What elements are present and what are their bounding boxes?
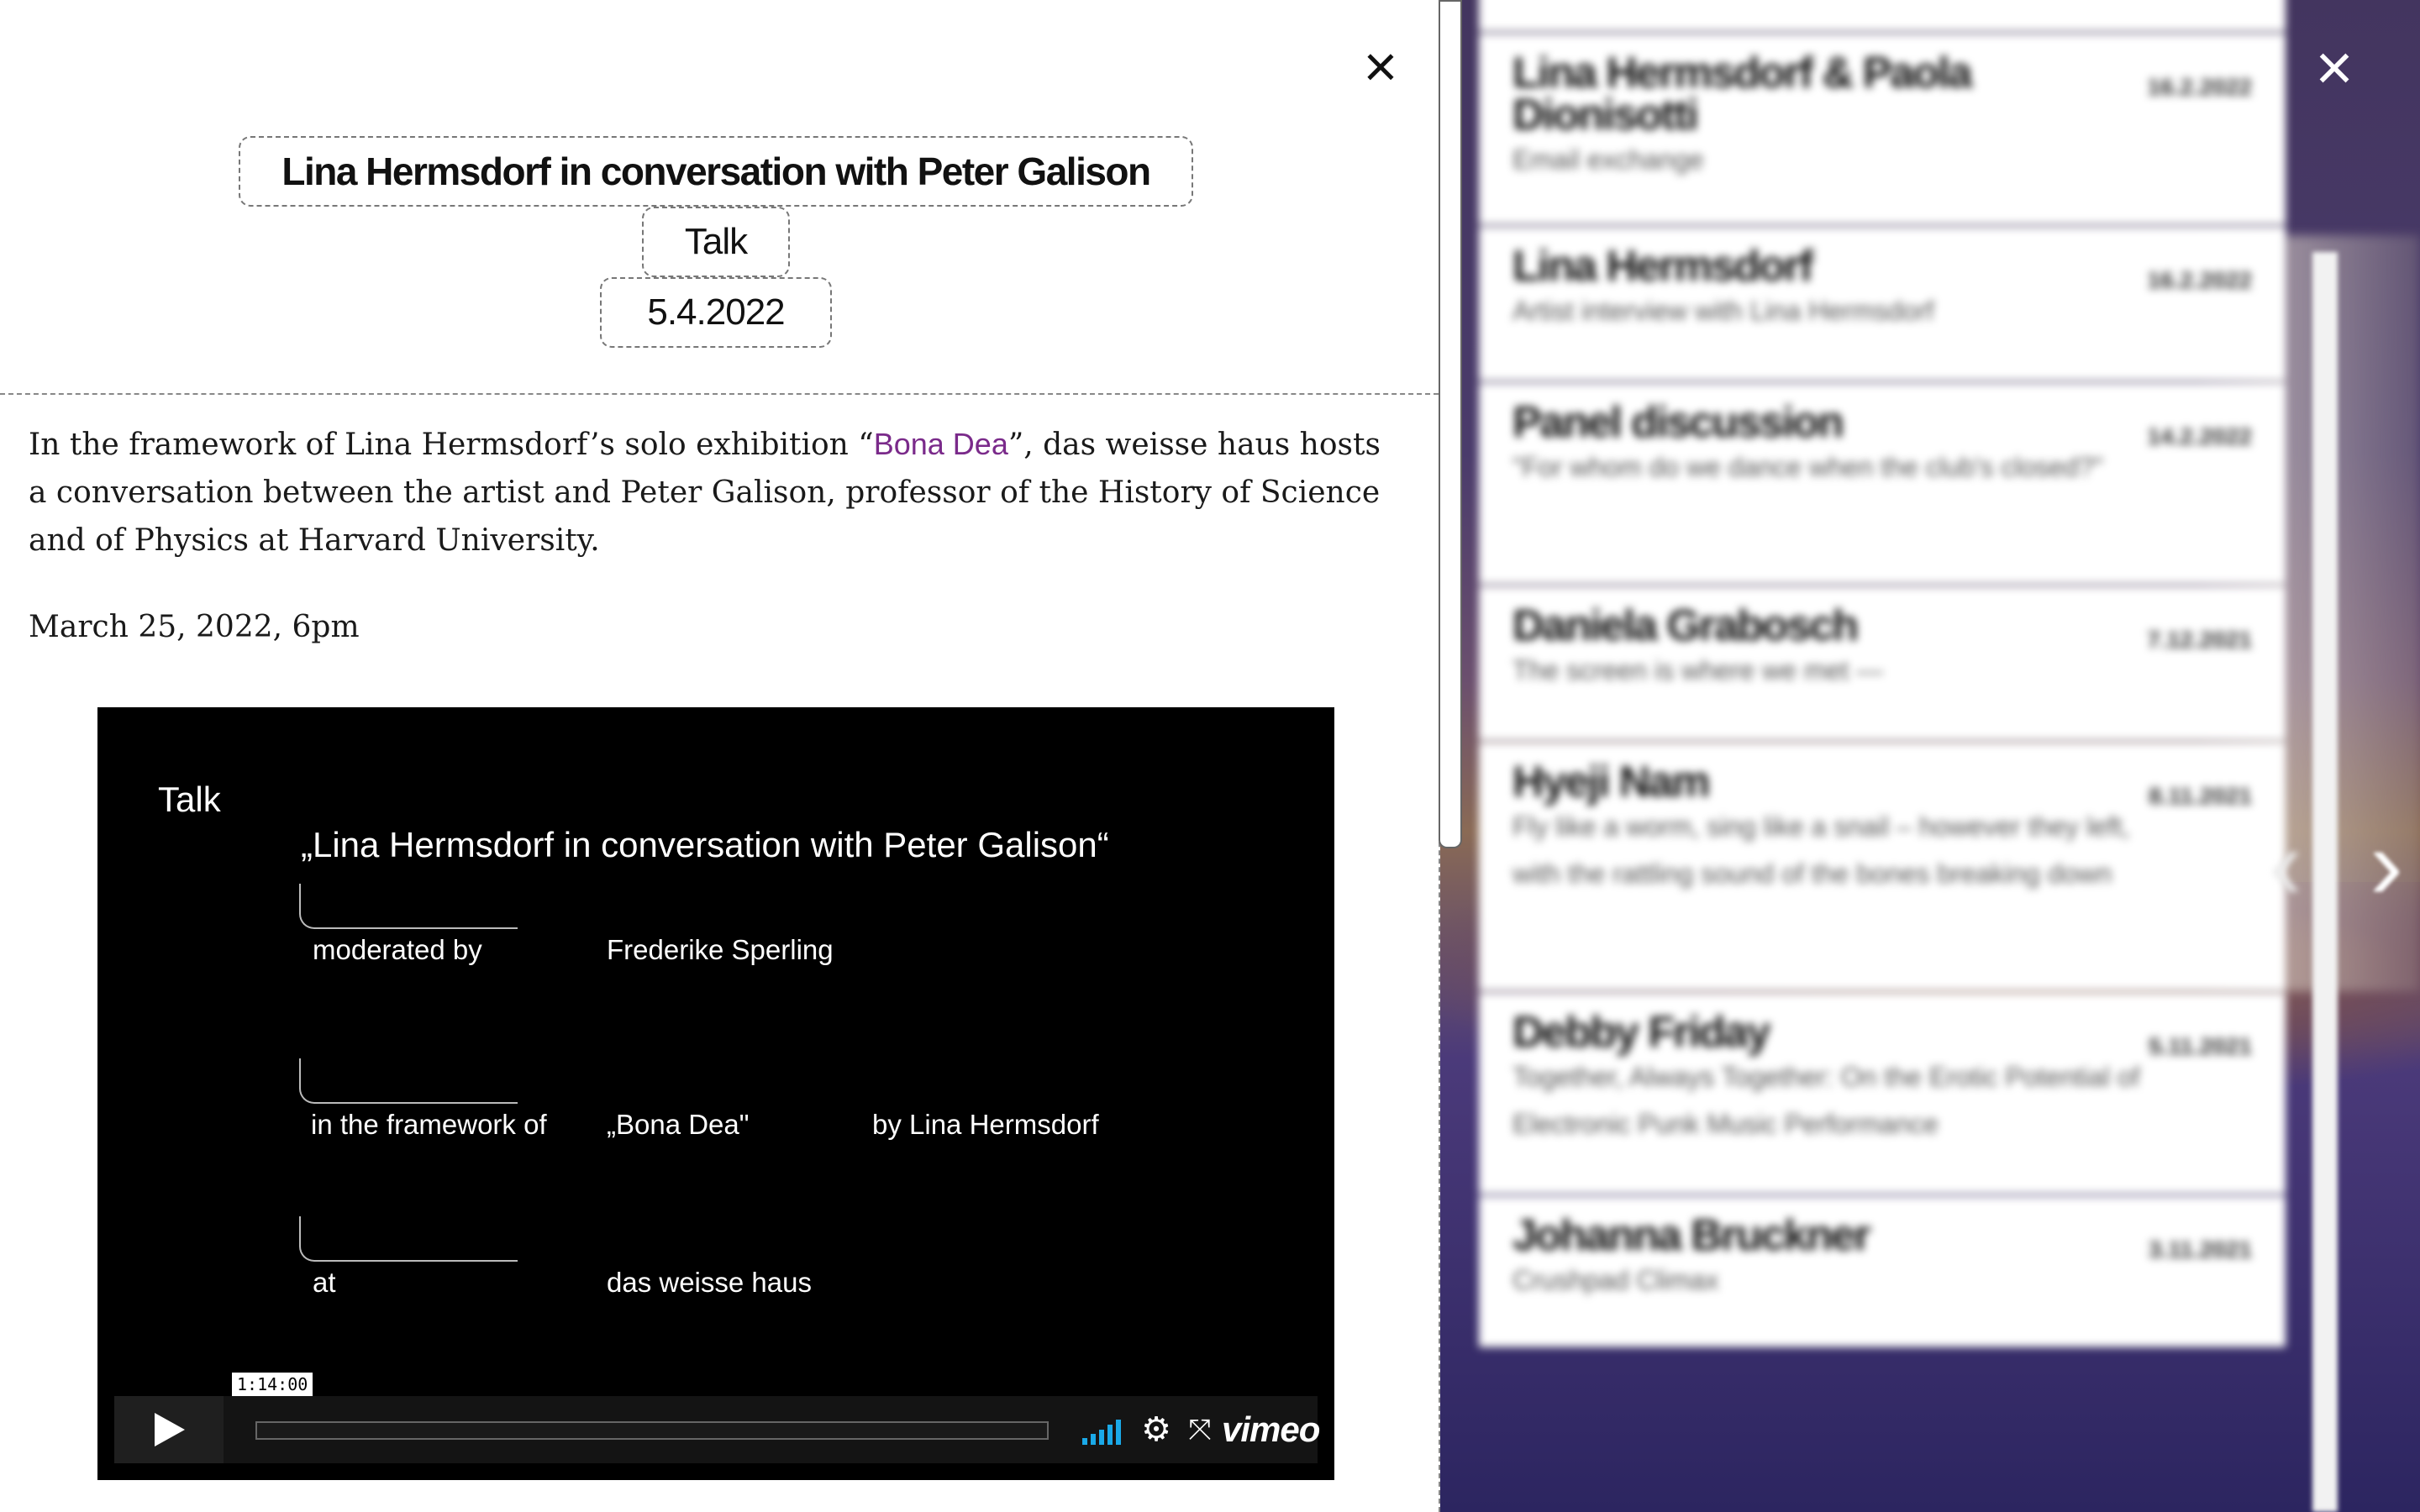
event-title: Hyeji Nam <box>1512 758 1710 806</box>
event-date: 8.11.2021 <box>2148 783 2252 809</box>
event-card[interactable]: Debby Friday 5.11.2021 Together, Always … <box>1479 993 2286 1194</box>
close-icon[interactable]: × <box>1351 37 1410 96</box>
event-card[interactable]: Daniela Grabosch 7.12.2021 The screen is… <box>1479 586 2286 741</box>
event-card[interactable]: Lina Hermsdorf 16.2.2022 Artist intervie… <box>1479 227 2286 381</box>
event-datetime: March 25, 2022, 6pm <box>29 610 360 644</box>
prev-arrow-icon[interactable]: ‹ <box>2269 806 2302 922</box>
event-date-badge: 5.4.2022 <box>600 277 832 348</box>
vimeo-logo[interactable]: vimeo <box>1222 1406 1320 1453</box>
event-card[interactable]: Johanna Bruckner 3.11.2021 Crushpad Clim… <box>1479 1196 2286 1347</box>
play-icon <box>155 1413 185 1446</box>
video-divider <box>299 1216 518 1262</box>
event-title: Debby Friday <box>1512 1008 1770 1057</box>
event-card[interactable]: Panel discussion 14.2.2022 "For whom do … <box>1479 383 2286 585</box>
fullscreen-icon[interactable]: ⤧ <box>1183 1413 1217 1446</box>
video-row-extra: by Lina Hermsdorf <box>872 1109 1099 1140</box>
event-date: 14.2.2022 <box>2147 423 2252 449</box>
play-button[interactable] <box>114 1396 224 1463</box>
event-subtitle: Together, Always Together: On the Erotic… <box>1512 1062 2140 1139</box>
event-date: 16.2.2022 <box>2147 74 2252 100</box>
event-subtitle: "For whom do we dance when the club's cl… <box>1512 452 2103 482</box>
event-date: 7.12.2021 <box>2147 627 2252 653</box>
event-description: In the framework of Lina Hermsdorf’s sol… <box>29 420 1407 690</box>
event-title: Lina Hermsdorf & Paola Dionisotti <box>1512 49 1972 139</box>
event-detail-modal: Lina Hermsdorf in conversation with Pete… <box>0 0 1440 1512</box>
event-title: Lina Hermsdorf in conversation with Pete… <box>239 136 1193 207</box>
event-card[interactable] <box>1479 0 2286 32</box>
video-progress-bar[interactable] <box>255 1421 1049 1440</box>
video-timecode: 1:14:00 <box>232 1373 313 1396</box>
video-label-talk: Talk <box>158 780 221 819</box>
next-arrow-icon[interactable]: › <box>2370 806 2403 922</box>
gear-icon[interactable]: ⚙ <box>1138 1411 1175 1448</box>
event-subtitle: Artist interview with Lina Hermsdorf <box>1512 296 1934 326</box>
video-divider <box>299 1058 518 1104</box>
video-row-label: at <box>313 1267 336 1298</box>
event-list-scrollbar[interactable] <box>2312 252 2338 1512</box>
video-row-value: „Bona Dea" <box>607 1109 750 1140</box>
event-title: Panel discussion <box>1512 398 1844 447</box>
description-paragraph: In the framework of Lina Hermsdorf’s sol… <box>29 427 1381 558</box>
event-card[interactable]: Lina Hermsdorf & Paola Dionisotti 16.2.2… <box>1479 34 2286 225</box>
volume-icon[interactable] <box>1082 1416 1124 1445</box>
video-divider <box>299 884 518 929</box>
modal-scrollbar[interactable] <box>1439 0 1462 848</box>
event-subtitle: Email exchange <box>1512 144 1704 175</box>
event-date: 16.2.2022 <box>2147 267 2252 293</box>
video-player[interactable]: Talk „Lina Hermsdorf in conversation wit… <box>97 707 1334 1480</box>
event-card[interactable]: Hyeji Nam 8.11.2021 Fly like a worm, sin… <box>1479 743 2286 991</box>
event-list: Lina Hermsdorf & Paola Dionisotti 16.2.2… <box>1479 0 2286 1378</box>
event-type-badge: Talk <box>642 207 790 277</box>
event-subtitle: The screen is where we met — <box>1512 655 1884 685</box>
modal-header: Lina Hermsdorf in conversation with Pete… <box>0 0 1439 395</box>
event-title: Johanna Bruckner <box>1512 1211 1871 1260</box>
event-date: 3.11.2021 <box>2148 1236 2252 1263</box>
video-headline: „Lina Hermsdorf in conversation with Pet… <box>301 825 1109 864</box>
close-icon[interactable]: × <box>2301 34 2368 101</box>
video-row-label: in the framework of <box>311 1109 547 1140</box>
event-subtitle: Fly like a worm, sing like a snail – how… <box>1512 811 2130 889</box>
event-title: Daniela Grabosch <box>1512 601 1859 650</box>
video-row-value: das weisse haus <box>607 1267 812 1298</box>
event-date: 5.11.2021 <box>2148 1033 2252 1059</box>
exhibition-link[interactable]: Bona Dea <box>874 427 1008 461</box>
video-row-value: Frederike Sperling <box>607 934 834 965</box>
event-subtitle: Crushpad Climax <box>1512 1265 1719 1295</box>
event-title: Lina Hermsdorf <box>1512 242 1813 291</box>
video-controls: 1:14:00 ⚙ ⤧ vimeo <box>114 1373 1320 1463</box>
video-row-label: moderated by <box>313 934 482 965</box>
